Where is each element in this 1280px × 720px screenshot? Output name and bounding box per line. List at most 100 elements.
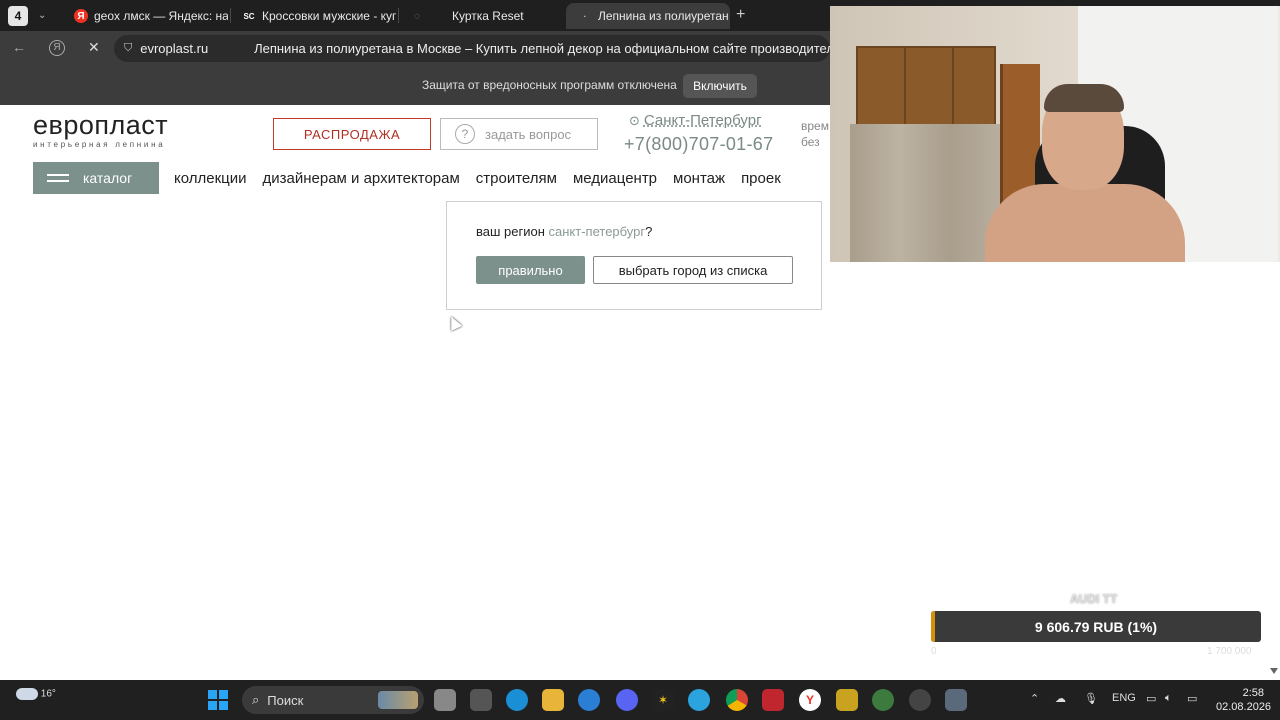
green-app-icon[interactable]	[872, 689, 894, 711]
nav-item-installation[interactable]: монтаж	[673, 170, 725, 187]
loading-favicon-icon: ◌	[414, 10, 420, 22]
webcam-overlay	[830, 6, 1280, 262]
loading-spinner-icon: ·	[583, 11, 587, 21]
tab-label: geox лмск — Яндекс: наш	[94, 9, 228, 23]
webcam-cabinet	[856, 46, 996, 128]
url-page-title: Лепнина из полиуретана в Москве – Купить…	[254, 41, 830, 56]
chevron-down-icon[interactable]: ⌄	[38, 10, 52, 21]
discord-icon[interactable]	[616, 689, 638, 711]
webcam-person-body	[985, 184, 1185, 262]
back-arrow-icon[interactable]: ←	[12, 39, 26, 55]
clock-date: 02.08.2026	[1216, 701, 1272, 713]
working-hours: врем без	[801, 118, 829, 150]
search-icon: ⌕	[252, 692, 260, 707]
calculator-icon[interactable]	[945, 689, 967, 711]
chrome-icon[interactable]	[726, 689, 748, 711]
tab-evroplast-active[interactable]: · Лепнина из полиуретан ✕	[566, 3, 730, 29]
speaker-icon[interactable]: 🔈︎	[1165, 692, 1172, 705]
weather-widget[interactable]: 16°	[16, 688, 56, 700]
temperature: 16°	[40, 688, 56, 700]
star-app-icon[interactable]: ✶	[652, 689, 674, 711]
city-selector[interactable]: ⊙ Санкт-Петербург	[629, 112, 762, 129]
language-indicator[interactable]: ENG	[1112, 692, 1136, 704]
tab-jacket-reset[interactable]: ◌ Куртка Reset	[398, 3, 558, 29]
terminal-app-icon[interactable]	[470, 689, 492, 711]
new-tab-plus-icon[interactable]: +	[736, 6, 745, 24]
mouse-cursor-icon	[445, 314, 463, 331]
red-app-icon[interactable]	[762, 689, 784, 711]
ask-question-button[interactable]: ? задать вопрос	[440, 118, 598, 150]
donation-amount: 9 606.79 RUB (1%)	[1034, 618, 1158, 635]
donation-min: 0	[931, 646, 937, 657]
shield-icon: ⛉	[124, 42, 133, 54]
main-nav: коллекции дизайнерам и архитекторам стро…	[174, 170, 781, 187]
nav-item-mediacenter[interactable]: медиацентр	[573, 170, 657, 187]
file-explorer-icon[interactable]	[542, 689, 564, 711]
taskbar-search[interactable]: ⌕ Поиск	[242, 686, 424, 714]
nav-item-designers[interactable]: дизайнерам и архитекторам	[263, 170, 460, 187]
choose-city-button[interactable]: выбрать город из списка	[593, 256, 793, 284]
confirm-region-button[interactable]: правильно	[476, 256, 585, 284]
tab-sneakers[interactable]: SC Кроссовки мужские - куп	[230, 3, 396, 29]
clock-time: 2:58	[1242, 687, 1264, 699]
system-clock[interactable]: 2:58 02.08.2026	[1216, 686, 1272, 714]
logo-text: европласт	[33, 110, 169, 140]
yandex-logo-icon[interactable]: Я	[49, 40, 65, 56]
ask-question-label: задать вопрос	[485, 126, 572, 142]
region-confirm-popup: ваш регион санкт-петербург? правильно вы…	[446, 201, 822, 310]
url-field[interactable]: ⛉ evroplast.ru Лепнина из полиуретана в …	[114, 35, 830, 62]
blue-app-icon[interactable]	[578, 689, 600, 711]
telegram-icon[interactable]	[688, 689, 710, 711]
hours-line-1: врем	[801, 119, 829, 133]
scroll-down-arrow-icon[interactable]	[1270, 668, 1278, 674]
region-question: ваш регион санкт-петербург?	[476, 224, 652, 239]
nav-item-builders[interactable]: строителям	[476, 170, 557, 187]
question-icon: ?	[455, 124, 475, 144]
webcam-person-hair	[1044, 84, 1124, 112]
battery-icon[interactable]: ▭	[1187, 692, 1197, 705]
stop-loading-icon[interactable]: ✕	[88, 39, 100, 56]
webcam-curtain	[850, 124, 1000, 262]
yandex-browser-icon[interactable]: Y	[799, 689, 821, 711]
yandex-favicon-icon: Я	[74, 9, 88, 23]
tab-yandex-search[interactable]: Я geox лмск — Яндекс: наш	[62, 3, 228, 29]
site-logo[interactable]: европласт интерьерная лепнина	[33, 110, 169, 150]
nav-item-collections[interactable]: коллекции	[174, 170, 247, 187]
taskbar-search-placeholder: Поиск	[267, 692, 304, 708]
location-pin-icon: ⊙	[629, 112, 640, 128]
tab-label: Куртка Reset	[452, 9, 524, 23]
region-question-prefix: ваш регион	[476, 224, 549, 239]
region-name: санкт-петербург	[548, 224, 646, 239]
obs-icon[interactable]	[909, 689, 931, 711]
search-highlight-image	[378, 691, 418, 709]
donation-progress-bar: 9 606.79 RUB (1%)	[931, 611, 1261, 642]
sale-button[interactable]: РАСПРОДАЖА	[273, 118, 431, 150]
region-question-suffix: ?	[645, 224, 653, 239]
onedrive-cloud-icon[interactable]: ☁	[1055, 692, 1066, 705]
tab-label: Лепнина из полиуретан	[598, 9, 729, 23]
protection-warning-text: Защита от вредоносных программ отключена	[422, 78, 677, 92]
city-name: Санкт-Петербург	[643, 112, 762, 129]
windows-start-icon[interactable]	[208, 690, 228, 710]
logo-subtitle: интерьерная лепнина	[33, 140, 166, 149]
hours-line-2: без	[801, 135, 820, 149]
menu-burger-icon	[47, 170, 69, 186]
cloud-icon	[16, 688, 38, 700]
microphone-icon[interactable]: 🎙︎	[1084, 692, 1098, 705]
windows-taskbar: 16° ⌕ Поиск ✶ Y ⌃ ☁ 🎙︎ ENG ▭ 🔈︎ ▭ 2:58 0…	[0, 680, 1280, 720]
catalog-button[interactable]: каталог	[33, 162, 159, 194]
task-view-icon[interactable]	[434, 689, 456, 711]
phone-number[interactable]: +7(800)707-01-67	[624, 134, 773, 155]
monitor-icon[interactable]: ▭	[1146, 692, 1156, 705]
donation-max: 1 700 000	[1207, 646, 1252, 657]
nav-item-projects[interactable]: проек	[741, 170, 781, 187]
catalog-label: каталог	[83, 170, 133, 186]
enable-protection-button[interactable]: Включить	[683, 74, 757, 98]
tray-expand-chevron-icon[interactable]: ⌃	[1030, 692, 1039, 705]
edge-browser-icon[interactable]	[506, 689, 528, 711]
tab-counter-badge[interactable]: 4	[8, 5, 28, 26]
yellow-app-icon[interactable]	[836, 689, 858, 711]
donation-goal-title: AUDI TT	[1070, 592, 1118, 606]
tab-label: Кроссовки мужские - куп	[262, 9, 396, 23]
url-host: evroplast.ru	[140, 41, 209, 56]
